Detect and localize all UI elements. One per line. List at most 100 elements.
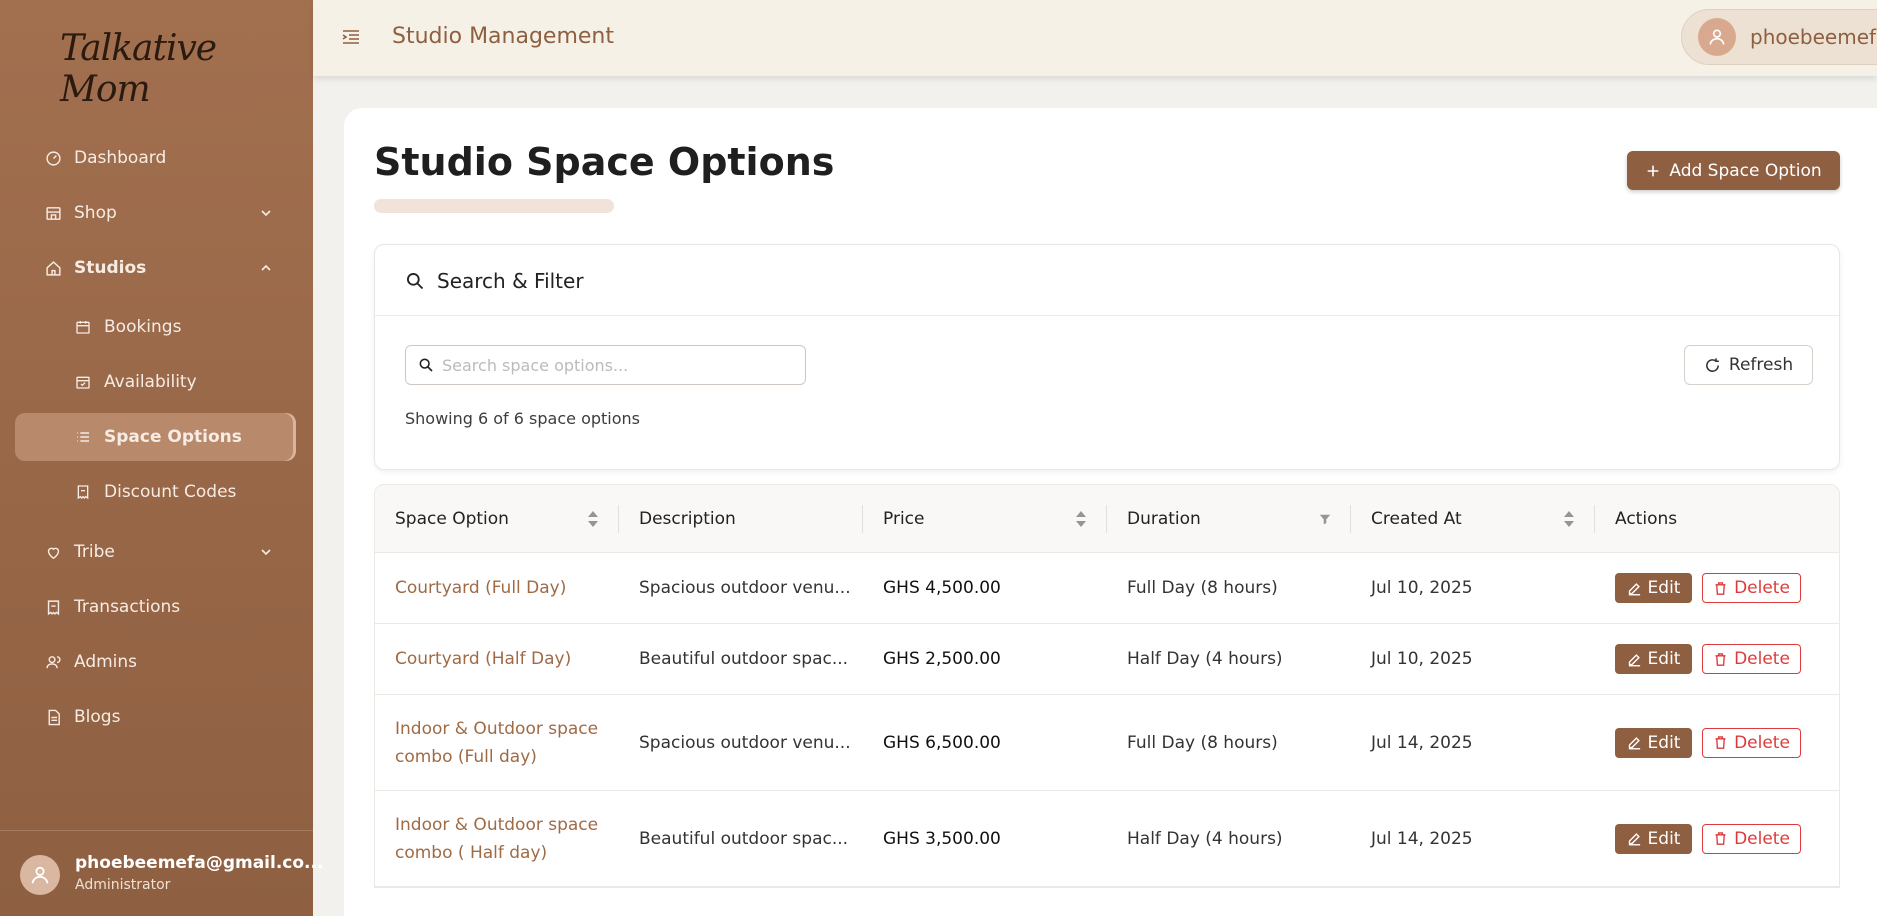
- user-icon: [1709, 29, 1725, 45]
- row-actions: Edit Delete: [1595, 624, 1839, 694]
- page-section-title: Studio Management: [392, 24, 614, 49]
- top-header: Studio Management phoebeemefa: [313, 0, 1877, 76]
- sidebar-item-dashboard[interactable]: Dashboard: [15, 134, 296, 182]
- search-icon: [407, 273, 424, 290]
- space-option-name[interactable]: Courtyard (Half Day): [375, 624, 619, 694]
- row-actions: Edit Delete: [1595, 553, 1839, 623]
- gauge-icon: [44, 149, 62, 167]
- edit-button[interactable]: Edit: [1615, 727, 1692, 758]
- space-options-table: Space Option Description Price Duration …: [374, 484, 1840, 888]
- receipt-icon: [44, 598, 62, 616]
- trash-icon: [1715, 736, 1726, 749]
- search-input[interactable]: [442, 355, 782, 375]
- edit-label: Edit: [1647, 578, 1681, 598]
- plus-icon: [1648, 165, 1659, 176]
- table-row[interactable]: Indoor & Outdoor space combo ( Half day)…: [375, 791, 1839, 887]
- trash-icon: [1715, 581, 1726, 595]
- receipt-icon: [74, 483, 92, 501]
- sidebar-item-space-options[interactable]: Space Options: [15, 413, 296, 461]
- edit-button[interactable]: Edit: [1615, 823, 1692, 854]
- heart-icon: [44, 543, 62, 561]
- filter-icon[interactable]: [1319, 510, 1331, 528]
- sidebar-item-bookings[interactable]: Bookings: [15, 303, 296, 351]
- file-text-icon: [44, 708, 62, 726]
- main-content: Studio Space Options Add Space Option Se…: [344, 108, 1877, 916]
- table-row[interactable]: Courtyard (Half Day) Beautiful outdoor s…: [375, 624, 1839, 695]
- space-option-description: Beautiful outdoor spac...: [639, 828, 849, 849]
- edit-label: Edit: [1647, 828, 1681, 849]
- filter-header: Search & Filter: [405, 269, 584, 293]
- sidebar-item-tribe[interactable]: Tribe: [15, 528, 296, 576]
- delete-label: Delete: [1734, 828, 1790, 849]
- sidebar-divider: [0, 830, 313, 831]
- add-space-option-button[interactable]: Add Space Option: [1627, 151, 1840, 190]
- table-row[interactable]: Courtyard (Full Day) Spacious outdoor ve…: [375, 553, 1839, 624]
- sidebar-item-label: Tribe: [74, 542, 115, 562]
- sidebar-item-label: Discount Codes: [104, 482, 237, 502]
- sidebar-item-admins[interactable]: Admins: [15, 638, 296, 686]
- sidebar-item-label: Admins: [74, 652, 138, 672]
- column-header-duration[interactable]: Duration: [1107, 485, 1351, 552]
- sidebar-item-transactions[interactable]: Transactions: [15, 583, 296, 631]
- refresh-icon: [1705, 357, 1719, 372]
- trash-icon: [1715, 832, 1726, 845]
- search-icon: [419, 358, 433, 372]
- space-option-name[interactable]: Courtyard (Full Day): [375, 553, 619, 623]
- brand-logo[interactable]: Talkative Mom: [60, 28, 313, 110]
- page-title: Studio Space Options: [374, 140, 835, 184]
- sort-icon[interactable]: [1563, 510, 1575, 528]
- column-label: Actions: [1615, 508, 1678, 529]
- menu-toggle-icon[interactable]: [342, 29, 360, 45]
- pencil-icon: [1628, 582, 1640, 595]
- results-count: Showing 6 of 6 space options: [405, 409, 640, 428]
- delete-button[interactable]: Delete: [1702, 727, 1801, 758]
- delete-label: Delete: [1734, 649, 1790, 669]
- profile-menu[interactable]: phoebeemefa: [1681, 9, 1877, 65]
- column-header-created-at[interactable]: Created At: [1351, 485, 1595, 552]
- sort-icon[interactable]: [1075, 510, 1087, 528]
- edit-button[interactable]: Edit: [1615, 644, 1692, 674]
- trash-icon: [1715, 652, 1726, 666]
- column-label: Created At: [1371, 508, 1462, 529]
- column-header-price[interactable]: Price: [863, 485, 1107, 552]
- space-option-duration: Full Day (8 hours): [1127, 732, 1278, 753]
- row-actions: Edit Delete: [1595, 695, 1839, 790]
- sidebar-item-discount-codes[interactable]: Discount Codes: [15, 468, 296, 516]
- calendar-check-icon: [74, 373, 92, 391]
- home-icon: [44, 259, 62, 277]
- sidebar-item-label: Studios: [74, 258, 147, 278]
- sidebar-item-label: Bookings: [104, 317, 182, 337]
- row-actions: Edit Delete: [1595, 791, 1839, 886]
- sort-icon[interactable]: [587, 510, 599, 528]
- chevron-up-icon[interactable]: [258, 260, 274, 276]
- space-option-description: Beautiful outdoor spac...: [639, 649, 849, 669]
- space-option-name[interactable]: Indoor & Outdoor space combo ( Half day): [375, 791, 619, 886]
- delete-button[interactable]: Delete: [1702, 644, 1801, 674]
- chevron-down-icon[interactable]: [258, 205, 274, 221]
- edit-label: Edit: [1647, 649, 1681, 669]
- sidebar-item-label: Dashboard: [74, 148, 167, 168]
- avatar: [1698, 18, 1736, 56]
- space-option-price: GHS 4,500.00: [883, 578, 1001, 598]
- table-header: Space Option Description Price Duration …: [375, 485, 1839, 553]
- chevron-down-icon[interactable]: [258, 544, 274, 560]
- avatar[interactable]: [20, 855, 60, 895]
- column-header-space-option[interactable]: Space Option: [375, 485, 619, 552]
- space-option-created: Jul 10, 2025: [1371, 649, 1473, 669]
- pencil-icon: [1628, 653, 1640, 666]
- refresh-button[interactable]: Refresh: [1684, 345, 1813, 385]
- sidebar-item-shop[interactable]: Shop: [15, 189, 296, 237]
- space-option-name[interactable]: Indoor & Outdoor space combo (Full day): [375, 695, 619, 790]
- table-row[interactable]: Indoor & Outdoor space combo (Full day) …: [375, 695, 1839, 791]
- search-field[interactable]: [405, 345, 806, 385]
- delete-button[interactable]: Delete: [1702, 823, 1801, 854]
- sidebar-item-studios[interactable]: Studios: [15, 244, 296, 292]
- delete-button[interactable]: Delete: [1702, 573, 1801, 603]
- edit-button[interactable]: Edit: [1615, 573, 1692, 603]
- space-option-description: Spacious outdoor venu...: [639, 578, 851, 598]
- column-label: Space Option: [395, 508, 509, 529]
- sidebar: Talkative Mom Dashboard Shop Studios Boo…: [0, 0, 323, 916]
- sidebar-item-availability[interactable]: Availability: [15, 358, 296, 406]
- column-label: Duration: [1127, 508, 1201, 529]
- sidebar-item-blogs[interactable]: Blogs: [15, 693, 296, 741]
